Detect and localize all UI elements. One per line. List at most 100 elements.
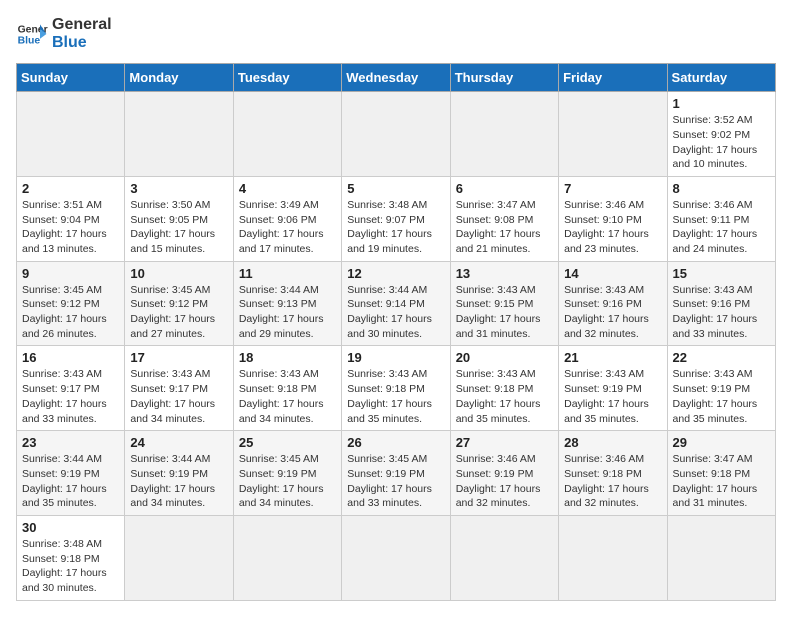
- weekday-header-saturday: Saturday: [667, 64, 775, 92]
- day-info: Sunrise: 3:44 AM Sunset: 9:19 PM Dayligh…: [130, 452, 227, 511]
- day-number: 27: [456, 435, 553, 450]
- calendar-cell: 17Sunrise: 3:43 AM Sunset: 9:17 PM Dayli…: [125, 346, 233, 431]
- day-info: Sunrise: 3:51 AM Sunset: 9:04 PM Dayligh…: [22, 198, 119, 257]
- logo-blue-text: Blue: [52, 34, 112, 52]
- day-info: Sunrise: 3:43 AM Sunset: 9:16 PM Dayligh…: [564, 283, 661, 342]
- calendar-cell: 18Sunrise: 3:43 AM Sunset: 9:18 PM Dayli…: [233, 346, 341, 431]
- day-info: Sunrise: 3:52 AM Sunset: 9:02 PM Dayligh…: [673, 113, 770, 172]
- calendar-cell: 30Sunrise: 3:48 AM Sunset: 9:18 PM Dayli…: [17, 515, 125, 600]
- calendar-cell: 3 Sunrise: 3:50 AM Sunset: 9:05 PM Daylig…: [125, 176, 233, 261]
- weekday-header-sunday: Sunday: [17, 64, 125, 92]
- calendar-cell: [342, 515, 450, 600]
- week-row-2: 2 Sunrise: 3:51 AM Sunset: 9:04 PM Daylig…: [17, 176, 776, 261]
- day-number: 1: [673, 96, 770, 111]
- day-number: 2: [22, 181, 119, 196]
- day-number: 21: [564, 350, 661, 365]
- day-info: Sunrise: 3:46 AM Sunset: 9:19 PM Dayligh…: [456, 452, 553, 511]
- calendar-cell: 4Sunrise: 3:49 AM Sunset: 9:06 PM Daylig…: [233, 176, 341, 261]
- calendar-cell: 24 Sunrise: 3:44 AM Sunset: 9:19 PM Dayli…: [125, 431, 233, 516]
- week-row-1: 1 Sunrise: 3:52 AM Sunset: 9:02 PM Daylig…: [17, 92, 776, 177]
- header: General Blue General Blue: [16, 16, 776, 51]
- calendar-cell: 25 Sunrise: 3:45 AM Sunset: 9:19 PM Dayli…: [233, 431, 341, 516]
- day-info: Sunrise: 3:43 AM Sunset: 9:18 PM Dayligh…: [456, 367, 553, 426]
- day-info: Sunrise: 3:43 AM Sunset: 9:19 PM Dayligh…: [564, 367, 661, 426]
- day-number: 16: [22, 350, 119, 365]
- day-number: 6: [456, 181, 553, 196]
- calendar-cell: 28 Sunrise: 3:46 AM Sunset: 9:18 PM Dayli…: [559, 431, 667, 516]
- day-number: 4: [239, 181, 336, 196]
- day-info: Sunrise: 3:44 AM Sunset: 9:13 PM Dayligh…: [239, 283, 336, 342]
- day-number: 3: [130, 181, 227, 196]
- day-number: 9: [22, 266, 119, 281]
- calendar-cell: 19 Sunrise: 3:43 AM Sunset: 9:18 PM Dayli…: [342, 346, 450, 431]
- day-number: 30: [22, 520, 119, 535]
- calendar-cell: 29Sunrise: 3:47 AM Sunset: 9:18 PM Dayli…: [667, 431, 775, 516]
- calendar-cell: [233, 515, 341, 600]
- day-info: Sunrise: 3:45 AM Sunset: 9:12 PM Dayligh…: [130, 283, 227, 342]
- day-number: 20: [456, 350, 553, 365]
- calendar-cell: 6 Sunrise: 3:47 AM Sunset: 9:08 PM Daylig…: [450, 176, 558, 261]
- day-info: Sunrise: 3:43 AM Sunset: 9:17 PM Dayligh…: [22, 367, 119, 426]
- day-info: Sunrise: 3:43 AM Sunset: 9:15 PM Dayligh…: [456, 283, 553, 342]
- day-number: 28: [564, 435, 661, 450]
- calendar-cell: 10 Sunrise: 3:45 AM Sunset: 9:12 PM Dayli…: [125, 261, 233, 346]
- day-info: Sunrise: 3:47 AM Sunset: 9:08 PM Dayligh…: [456, 198, 553, 257]
- day-number: 19: [347, 350, 444, 365]
- day-info: Sunrise: 3:43 AM Sunset: 9:18 PM Dayligh…: [347, 367, 444, 426]
- day-info: Sunrise: 3:48 AM Sunset: 9:07 PM Dayligh…: [347, 198, 444, 257]
- calendar-cell: [667, 515, 775, 600]
- day-number: 29: [673, 435, 770, 450]
- calendar-cell: 11Sunrise: 3:44 AM Sunset: 9:13 PM Dayli…: [233, 261, 341, 346]
- day-info: Sunrise: 3:44 AM Sunset: 9:14 PM Dayligh…: [347, 283, 444, 342]
- calendar-cell: 7 Sunrise: 3:46 AM Sunset: 9:10 PM Daylig…: [559, 176, 667, 261]
- day-number: 12: [347, 266, 444, 281]
- day-info: Sunrise: 3:45 AM Sunset: 9:19 PM Dayligh…: [347, 452, 444, 511]
- calendar-cell: [450, 92, 558, 177]
- week-row-3: 9 Sunrise: 3:45 AM Sunset: 9:12 PM Daylig…: [17, 261, 776, 346]
- day-info: Sunrise: 3:46 AM Sunset: 9:18 PM Dayligh…: [564, 452, 661, 511]
- calendar-cell: [233, 92, 341, 177]
- calendar-cell: 8 Sunrise: 3:46 AM Sunset: 9:11 PM Daylig…: [667, 176, 775, 261]
- calendar-cell: 26 Sunrise: 3:45 AM Sunset: 9:19 PM Dayli…: [342, 431, 450, 516]
- calendar-cell: 12 Sunrise: 3:44 AM Sunset: 9:14 PM Dayli…: [342, 261, 450, 346]
- day-number: 7: [564, 181, 661, 196]
- calendar-cell: 16 Sunrise: 3:43 AM Sunset: 9:17 PM Dayli…: [17, 346, 125, 431]
- weekday-header-wednesday: Wednesday: [342, 64, 450, 92]
- day-number: 10: [130, 266, 227, 281]
- day-number: 25: [239, 435, 336, 450]
- calendar-cell: 22Sunrise: 3:43 AM Sunset: 9:19 PM Dayli…: [667, 346, 775, 431]
- calendar-cell: 23Sunrise: 3:44 AM Sunset: 9:19 PM Dayli…: [17, 431, 125, 516]
- day-number: 26: [347, 435, 444, 450]
- day-number: 8: [673, 181, 770, 196]
- weekday-header-friday: Friday: [559, 64, 667, 92]
- svg-text:Blue: Blue: [18, 35, 41, 46]
- calendar-table: SundayMondayTuesdayWednesdayThursdayFrid…: [16, 63, 776, 601]
- weekday-header-row: SundayMondayTuesdayWednesdayThursdayFrid…: [17, 64, 776, 92]
- calendar-cell: [17, 92, 125, 177]
- calendar-cell: 2 Sunrise: 3:51 AM Sunset: 9:04 PM Daylig…: [17, 176, 125, 261]
- day-number: 18: [239, 350, 336, 365]
- calendar-cell: [125, 515, 233, 600]
- calendar-cell: 15Sunrise: 3:43 AM Sunset: 9:16 PM Dayli…: [667, 261, 775, 346]
- logo-general-text: General: [52, 16, 112, 34]
- day-info: Sunrise: 3:46 AM Sunset: 9:11 PM Dayligh…: [673, 198, 770, 257]
- day-number: 23: [22, 435, 119, 450]
- calendar-cell: 27 Sunrise: 3:46 AM Sunset: 9:19 PM Dayli…: [450, 431, 558, 516]
- calendar-cell: 5Sunrise: 3:48 AM Sunset: 9:07 PM Daylig…: [342, 176, 450, 261]
- calendar-cell: 13 Sunrise: 3:43 AM Sunset: 9:15 PM Dayli…: [450, 261, 558, 346]
- day-info: Sunrise: 3:43 AM Sunset: 9:17 PM Dayligh…: [130, 367, 227, 426]
- calendar-cell: [342, 92, 450, 177]
- day-number: 15: [673, 266, 770, 281]
- day-info: Sunrise: 3:45 AM Sunset: 9:19 PM Dayligh…: [239, 452, 336, 511]
- weekday-header-tuesday: Tuesday: [233, 64, 341, 92]
- calendar-cell: 21 Sunrise: 3:43 AM Sunset: 9:19 PM Dayli…: [559, 346, 667, 431]
- weekday-header-thursday: Thursday: [450, 64, 558, 92]
- calendar-cell: 14Sunrise: 3:43 AM Sunset: 9:16 PM Dayli…: [559, 261, 667, 346]
- day-number: 24: [130, 435, 227, 450]
- day-number: 22: [673, 350, 770, 365]
- day-info: Sunrise: 3:50 AM Sunset: 9:05 PM Dayligh…: [130, 198, 227, 257]
- week-row-4: 16 Sunrise: 3:43 AM Sunset: 9:17 PM Dayli…: [17, 346, 776, 431]
- day-info: Sunrise: 3:45 AM Sunset: 9:12 PM Dayligh…: [22, 283, 119, 342]
- day-info: Sunrise: 3:46 AM Sunset: 9:10 PM Dayligh…: [564, 198, 661, 257]
- day-number: 13: [456, 266, 553, 281]
